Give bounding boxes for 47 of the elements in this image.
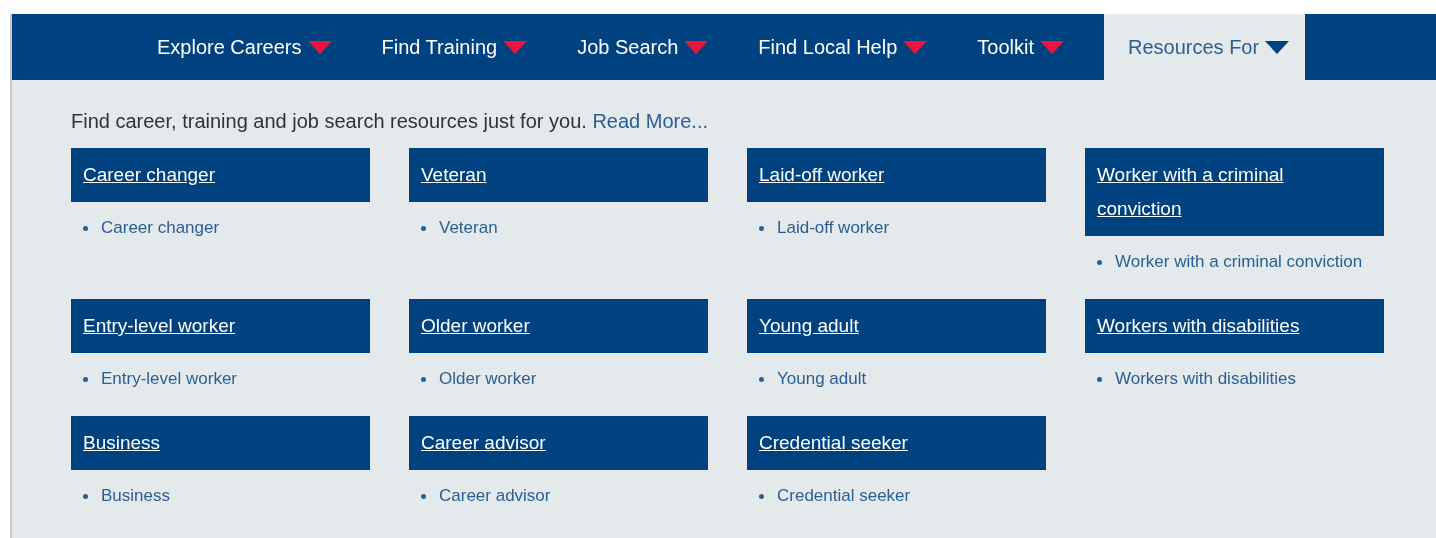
category-heading-link[interactable]: Laid-off worker — [747, 148, 1046, 202]
category-heading-link[interactable]: Workers with disabilities — [1085, 299, 1384, 353]
bullet-icon — [759, 377, 764, 382]
nav-tab[interactable]: Resources For — [1104, 14, 1306, 80]
category-heading-link[interactable]: Older worker — [409, 299, 708, 353]
caret-icon — [307, 40, 332, 54]
nav-tab[interactable]: Explore Careers — [147, 14, 342, 80]
resource-link[interactable]: Worker with a criminal conviction — [1115, 250, 1363, 274]
category-heading-link[interactable]: Career advisor — [409, 416, 708, 470]
caret-icon — [1040, 40, 1064, 54]
bullet-icon — [759, 226, 764, 231]
bullet-icon — [421, 226, 426, 231]
read-more-link[interactable]: Read More... — [592, 110, 708, 132]
caret-icon — [903, 40, 928, 54]
category-heading-link[interactable]: Worker with a criminal conviction — [1085, 148, 1384, 236]
resource-link[interactable]: Laid-off worker — [777, 216, 890, 240]
resource-link[interactable]: Young adult — [777, 367, 867, 391]
resource-link[interactable]: Entry-level worker — [101, 367, 238, 391]
category-heading-link[interactable]: Business — [71, 416, 370, 470]
resource-link[interactable]: Business — [101, 484, 170, 508]
resource-link[interactable]: Career changer — [101, 216, 220, 240]
nav-tab[interactable]: Toolkit — [967, 14, 1074, 80]
bullet-icon — [759, 494, 764, 499]
category-heading-link[interactable]: Veteran — [409, 148, 708, 202]
nav-tab[interactable]: Find Training — [371, 14, 538, 80]
caret-icon — [684, 40, 709, 54]
bullet-icon — [83, 226, 88, 231]
category-heading-link[interactable]: Credential seeker — [747, 416, 1046, 470]
bullet-icon — [1097, 377, 1102, 382]
caret-icon — [1265, 40, 1290, 54]
resource-link[interactable]: Older worker — [439, 367, 537, 391]
category-heading-link[interactable]: Career changer — [71, 148, 370, 202]
resource-link[interactable]: Workers with disabilities — [1115, 367, 1297, 391]
category-heading-link[interactable]: Young adult — [747, 299, 1046, 353]
bullet-icon — [83, 377, 88, 382]
intro-text: Find career, training and job search resources just for you. Read More... — [71, 109, 709, 134]
bullet-icon — [83, 494, 88, 499]
bullet-icon — [421, 494, 426, 499]
resource-link[interactable]: Career advisor — [439, 484, 551, 508]
caret-icon — [503, 40, 528, 54]
resource-link[interactable]: Veteran — [439, 216, 498, 240]
bullet-icon — [1097, 260, 1102, 265]
category-heading-link[interactable]: Entry-level worker — [71, 299, 370, 353]
nav-tab[interactable]: Find Local Help — [748, 14, 938, 80]
nav-tab[interactable]: Job Search — [567, 14, 719, 80]
resource-link[interactable]: Credential seeker — [777, 484, 911, 508]
bullet-icon — [421, 377, 426, 382]
